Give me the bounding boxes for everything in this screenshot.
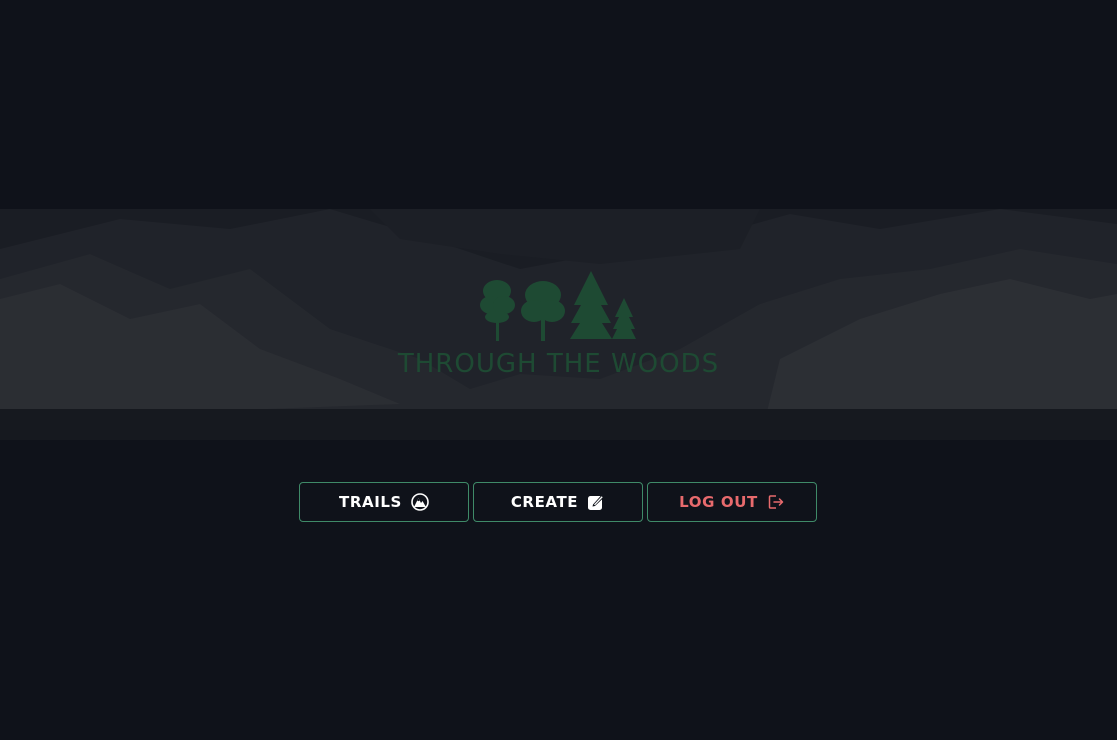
- logout-arrow-icon: [767, 493, 785, 511]
- create-label: CREATE: [510, 493, 579, 511]
- create-button[interactable]: CREATE: [473, 482, 643, 522]
- hero-banner: THROUGH THE WOODS: [0, 209, 1117, 440]
- logout-label: LOG OUT: [679, 493, 758, 511]
- trees-icon: [479, 271, 636, 341]
- trails-button[interactable]: TRAILS: [299, 482, 469, 522]
- trails-label: TRAILS: [339, 493, 402, 511]
- brand-title: THROUGH THE WOODS: [397, 349, 720, 379]
- page: THROUGH THE WOODS TRAILS CREATE LOG OUT: [0, 0, 1117, 740]
- edit-square-icon: [587, 493, 605, 511]
- main-nav: TRAILS CREATE LOG OUT: [299, 482, 817, 522]
- mountain-globe-icon: [411, 493, 429, 511]
- logout-button[interactable]: LOG OUT: [647, 482, 817, 522]
- brand-logo: THROUGH THE WOODS: [0, 271, 1117, 379]
